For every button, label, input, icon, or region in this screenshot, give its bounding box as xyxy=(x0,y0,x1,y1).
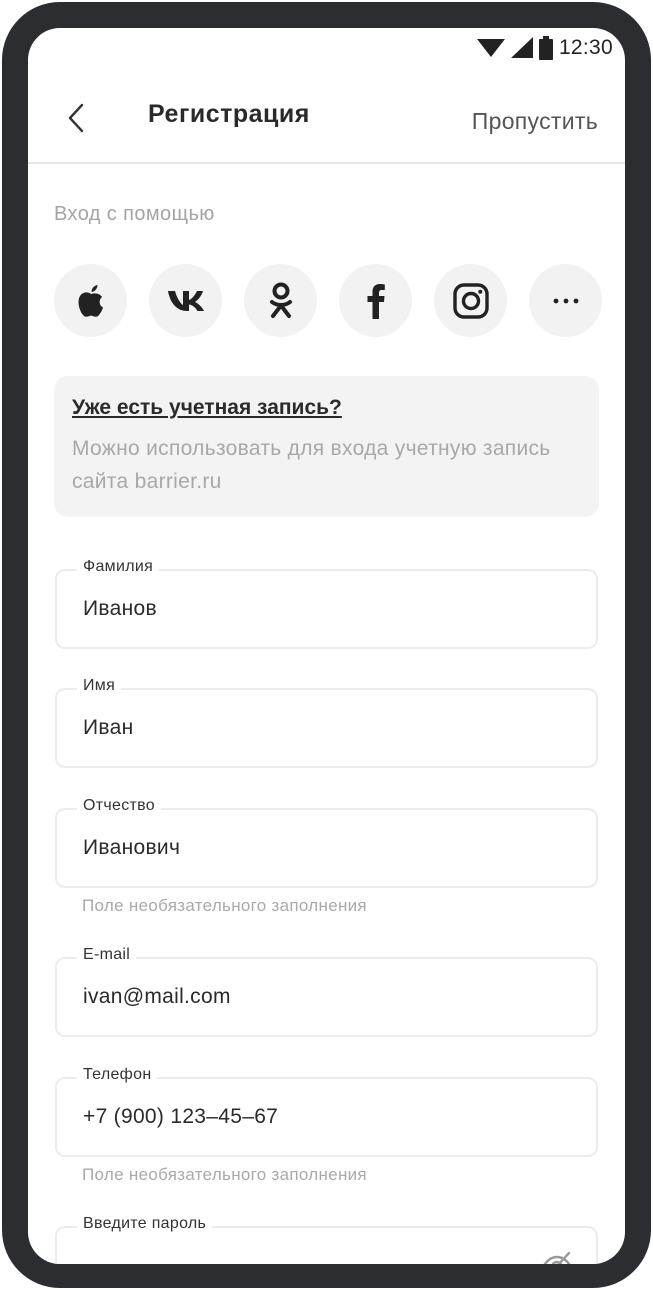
last-name-label: Фамилия xyxy=(77,558,160,576)
patronymic-value: Иванович xyxy=(83,836,181,859)
status-time: 12:30 xyxy=(558,36,613,59)
vk-login-button[interactable] xyxy=(149,264,222,337)
instagram-icon xyxy=(452,282,489,319)
last-name-value: Иванов xyxy=(83,597,157,620)
apple-icon xyxy=(78,284,103,317)
odnoklassniki-icon xyxy=(269,282,292,318)
more-icon xyxy=(553,298,578,303)
phone-field[interactable]: Телефон +7 (900) 123–45–67 xyxy=(55,1066,598,1157)
chevron-left-icon xyxy=(68,103,84,133)
phone-hint: Поле необязательного заполнения xyxy=(82,1165,367,1184)
back-button[interactable] xyxy=(60,100,92,136)
patronymic-field[interactable]: Отчество Иванович xyxy=(55,797,598,888)
existing-account-link[interactable]: Уже есть учетная запись? xyxy=(72,396,581,420)
signal-icon xyxy=(510,37,533,58)
phone-value: +7 (900) 123–45–67 xyxy=(83,1105,279,1128)
wifi-icon xyxy=(476,39,505,57)
email-label: E-mail xyxy=(77,946,137,964)
screen: 12:30 Регистрация Пропустить Вход с помо… xyxy=(28,28,625,1264)
password-label: Введите пароль xyxy=(77,1215,213,1233)
password-field[interactable]: Введите пароль xyxy=(55,1215,598,1264)
device: 12:30 Регистрация Пропустить Вход с помо… xyxy=(0,0,653,1290)
facebook-login-button[interactable] xyxy=(339,264,412,337)
header: Регистрация Пропустить xyxy=(28,86,625,164)
phone-label: Телефон xyxy=(77,1066,158,1084)
first-name-value: Иван xyxy=(83,716,134,739)
hide-password-icon[interactable] xyxy=(540,1248,574,1264)
status-bar: 12:30 xyxy=(28,28,625,72)
email-value: ivan@mail.com xyxy=(83,985,231,1008)
login-with-label: Вход с помощью xyxy=(54,203,215,225)
first-name-field[interactable]: Имя Иван xyxy=(55,677,598,768)
email-field[interactable]: E-mail ivan@mail.com xyxy=(55,946,598,1037)
page-title: Регистрация xyxy=(148,100,310,128)
odnoklassniki-login-button[interactable] xyxy=(244,264,317,337)
status-icons: 12:30 xyxy=(476,36,613,60)
facebook-icon xyxy=(367,283,385,319)
existing-account-text: Можно использовать для входа учетную зап… xyxy=(72,437,551,493)
last-name-field[interactable]: Фамилия Иванов xyxy=(55,558,598,649)
battery-icon xyxy=(538,36,553,60)
first-name-label: Имя xyxy=(77,677,122,695)
skip-button[interactable]: Пропустить xyxy=(472,108,598,135)
instagram-login-button[interactable] xyxy=(434,264,507,337)
more-login-options-button[interactable] xyxy=(529,264,602,337)
patronymic-hint: Поле необязательного заполнения xyxy=(82,896,367,915)
apple-login-button[interactable] xyxy=(54,264,127,337)
patronymic-label: Отчество xyxy=(77,797,161,815)
social-login-buttons xyxy=(54,264,602,338)
vk-icon xyxy=(167,290,204,311)
existing-account-card: Уже есть учетная запись? Можно использов… xyxy=(54,376,599,517)
